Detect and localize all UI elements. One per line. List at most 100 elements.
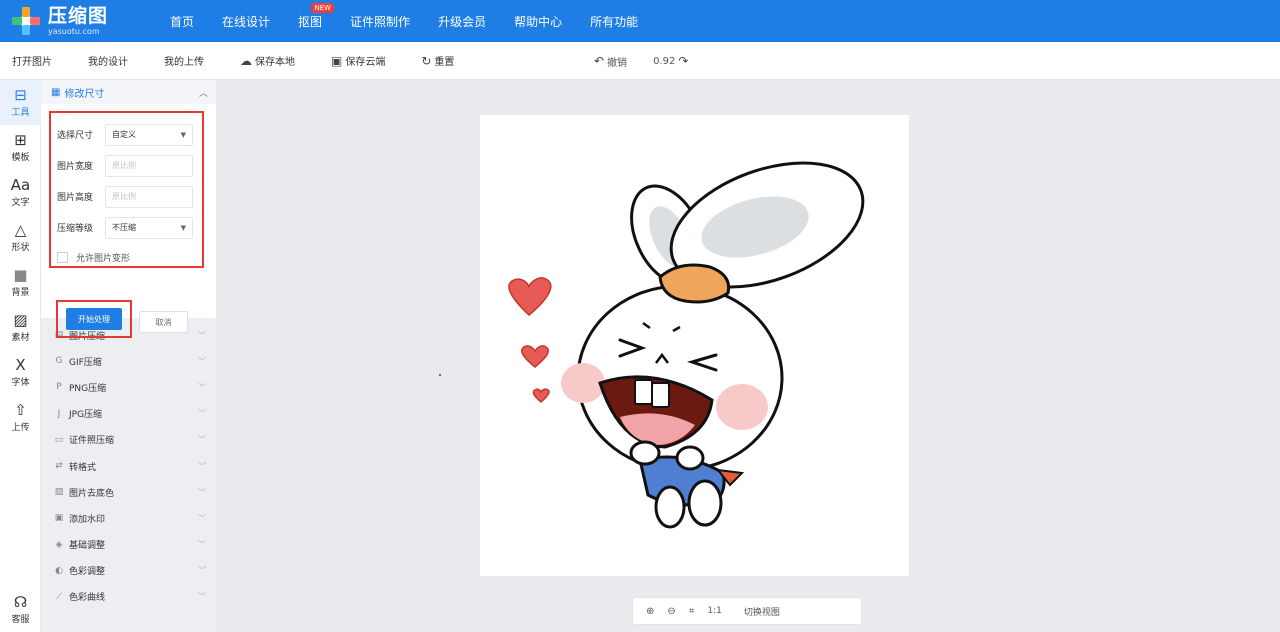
- compress-level-value: 不压缩: [112, 223, 136, 232]
- tool-remove-background[interactable]: ▨ 图片去底色 ﹀: [41, 479, 216, 505]
- tool-label: PNG压缩: [69, 383, 107, 394]
- png-icon: P: [56, 382, 62, 393]
- rail-label: 工具: [11, 108, 30, 118]
- design-canvas[interactable]: [480, 115, 909, 576]
- chevron-down-icon: ﹀: [198, 540, 206, 550]
- toolbox-icon: ⊟: [14, 86, 27, 104]
- size-label: 选择尺寸: [57, 131, 94, 141]
- canvas-marker-dot: [439, 374, 441, 376]
- redo-button[interactable]: 0.92 ↷: [653, 54, 688, 68]
- resize-section-title: 修改尺寸: [64, 88, 105, 100]
- rail-item-upload[interactable]: ⇧ 上传: [0, 395, 41, 440]
- rail-item-text[interactable]: Aa 文字: [0, 170, 41, 215]
- tool-jpg-compress[interactable]: J JPG压缩 ﹀: [41, 401, 216, 427]
- chevron-down-icon: ﹀: [198, 592, 206, 602]
- headset-icon: ☊: [13, 593, 28, 611]
- open-image-button[interactable]: 打开图片: [12, 53, 52, 68]
- resize-section-header[interactable]: ▦ 修改尺寸 ︿: [41, 80, 216, 104]
- zoom-in-icon[interactable]: ⊕: [646, 606, 654, 617]
- nav-all-features[interactable]: 所有功能: [590, 13, 638, 30]
- rail-item-background[interactable]: ■ 背景: [0, 260, 41, 305]
- rail-item-materials[interactable]: ▨ 素材: [0, 305, 41, 350]
- tool-label: JPG压缩: [69, 410, 103, 421]
- background-icon: ■: [13, 266, 28, 284]
- text-icon: Aa: [10, 176, 31, 194]
- height-input[interactable]: [112, 192, 186, 201]
- chevron-down-icon: ﹀: [198, 435, 206, 445]
- rail-item-tools[interactable]: ⊟ 工具: [0, 80, 41, 125]
- nav-online-design[interactable]: 在线设计: [222, 13, 270, 30]
- nav-upgrade-vip[interactable]: 升级会员: [438, 13, 486, 30]
- tool-basic-adjust[interactable]: ◈ 基础调整 ﹀: [41, 532, 216, 558]
- chevron-down-icon: ﹀: [198, 409, 206, 419]
- rail-label: 模板: [11, 153, 30, 163]
- font-icon: X: [15, 356, 26, 374]
- upload-icon: ⇧: [14, 401, 27, 419]
- undo-icon: ↶: [594, 54, 605, 68]
- tool-add-watermark[interactable]: ▣ 添加水印 ﹀: [41, 505, 216, 531]
- image-icon: ▨: [13, 311, 28, 329]
- size-select[interactable]: 自定义 ▼: [105, 123, 193, 146]
- chevron-down-icon: ﹀: [198, 330, 206, 340]
- resize-form-highlight: 选择尺寸 自定义 ▼ 图片宽度 图片高度 压缩等级: [49, 111, 204, 268]
- tool-convert-format[interactable]: ⇄ 转格式 ﹀: [41, 453, 216, 479]
- undo-button[interactable]: ↶ 撤销: [594, 54, 627, 69]
- rail-item-shapes[interactable]: △ 形状: [0, 215, 41, 260]
- width-input[interactable]: [112, 161, 186, 170]
- chevron-down-icon: ﹀: [198, 487, 206, 497]
- top-nav: 压缩图 yasuotu.com 首页 在线设计 抠图 NEW 证件照制作 升级会…: [0, 0, 1280, 42]
- image-icon: ▨: [54, 487, 64, 498]
- cancel-button[interactable]: 取消: [139, 311, 188, 333]
- rail-label: 背景: [11, 288, 30, 298]
- tool-gif-compress[interactable]: G GIF压缩 ﹀: [41, 348, 216, 374]
- start-process-button[interactable]: 开始处理: [66, 308, 122, 330]
- nav-cutout-label: 抠图: [298, 14, 323, 29]
- fit-screen-icon[interactable]: ⌗: [689, 606, 695, 617]
- save-local-button[interactable]: ☁ 保存本地: [240, 53, 295, 69]
- resize-icon: ▦: [51, 86, 61, 98]
- nav-home[interactable]: 首页: [170, 13, 194, 30]
- width-label: 图片宽度: [57, 162, 94, 172]
- reset-button[interactable]: ↻ 重置: [421, 53, 454, 69]
- start-button-highlight: 开始处理: [56, 300, 132, 338]
- allow-deform-option[interactable]: 允许图片变形: [57, 243, 194, 271]
- compress-level-select[interactable]: 不压缩 ▼: [105, 216, 193, 239]
- toolbar: 打开图片 我的设计 我的上传 ☁ 保存本地 ▣ 保存云端 ↻ 重置 ↶ 撤销 0…: [0, 42, 1280, 80]
- logo-mark-icon: [10, 5, 42, 37]
- chevron-down-icon: ▼: [180, 223, 186, 232]
- tool-label: 转格式: [69, 462, 97, 473]
- chevron-down-icon: ﹀: [198, 461, 206, 471]
- tool-png-compress[interactable]: P PNG压缩 ﹀: [41, 374, 216, 400]
- save-cloud-button[interactable]: ▣ 保存云端: [331, 53, 385, 69]
- zoom-ratio-button[interactable]: 1:1: [707, 606, 721, 616]
- compress-level-label: 压缩等级: [57, 224, 94, 234]
- rail-item-templates[interactable]: ⊞ 模板: [0, 125, 41, 170]
- tool-label: 证件照压缩: [69, 436, 115, 447]
- tool-color-adjust[interactable]: ◐ 色彩调整 ﹀: [41, 558, 216, 584]
- nav-cutout[interactable]: 抠图 NEW: [298, 2, 335, 30]
- zoom-out-icon[interactable]: ⊖: [667, 606, 675, 617]
- allow-deform-checkbox[interactable]: [57, 251, 68, 263]
- logo-title: 压缩图: [48, 4, 109, 27]
- logo[interactable]: 压缩图 yasuotu.com: [10, 5, 150, 37]
- nav-id-photo[interactable]: 证件照制作: [350, 13, 410, 30]
- chevron-down-icon: ﹀: [198, 356, 206, 366]
- left-rail: ⊟ 工具 ⊞ 模板 Aa 文字 △ 形状 ■ 背景 ▨ 素材 X 字体 ⇧ 上传…: [0, 80, 41, 632]
- chevron-down-icon: ﹀: [198, 566, 206, 576]
- my-uploads-button[interactable]: 我的上传: [164, 53, 204, 68]
- nav-help-center[interactable]: 帮助中心: [514, 13, 562, 30]
- convert-icon: ⇄: [55, 461, 63, 472]
- watermark-icon: ▣: [54, 513, 64, 524]
- gif-icon: G: [55, 356, 63, 367]
- rail-item-fonts[interactable]: X 字体: [0, 350, 41, 395]
- tool-color-curve[interactable]: ⟋ 色彩曲线 ﹀: [41, 584, 216, 610]
- allow-deform-label: 允许图片变形: [76, 253, 131, 264]
- switch-view-button[interactable]: 切换视图: [744, 605, 780, 618]
- rail-item-support[interactable]: ☊ 客服: [0, 587, 41, 632]
- save-local-label: 保存本地: [255, 57, 295, 68]
- tool-label: 色彩调整: [69, 567, 106, 578]
- chevron-down-icon: ▼: [180, 130, 186, 139]
- my-designs-button[interactable]: 我的设计: [88, 53, 128, 68]
- tool-id-photo-compress[interactable]: ▭ 证件照压缩 ﹀: [41, 427, 216, 453]
- tool-label: GIF压缩: [69, 357, 102, 368]
